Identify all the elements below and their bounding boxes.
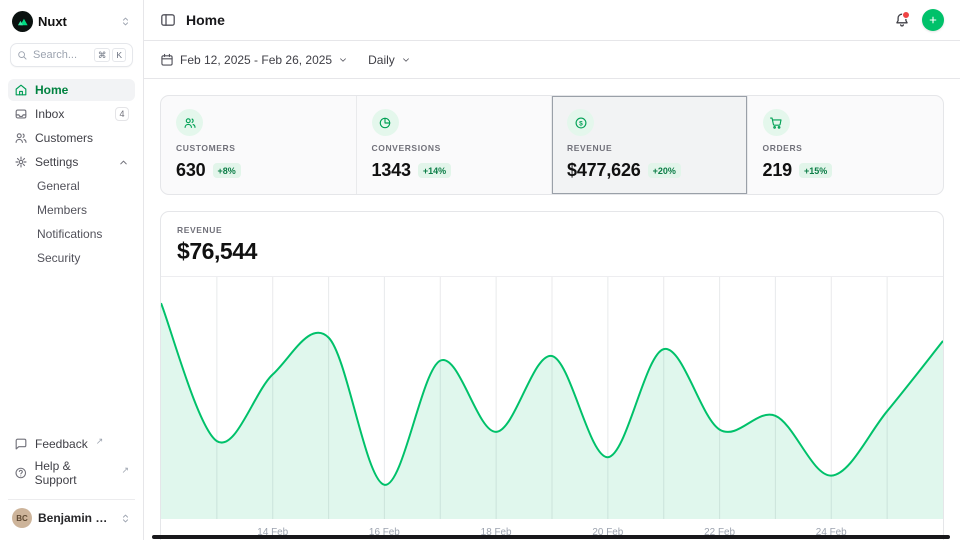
external-link-icon: ↗ <box>96 436 104 447</box>
stat-orders[interactable]: ORDERS 219 +15% <box>748 96 944 194</box>
notification-dot <box>902 11 910 19</box>
chart-total-value: $76,544 <box>177 238 927 265</box>
sidebar-item-feedback[interactable]: Feedback ↗ <box>8 433 135 455</box>
message-icon <box>14 437 28 451</box>
stat-revenue[interactable]: $ REVENUE $477,626 +20% <box>552 96 748 194</box>
stat-label: CONVERSIONS <box>372 143 441 153</box>
date-range-label: Feb 12, 2025 - Feb 26, 2025 <box>180 53 332 67</box>
page-header: Home <box>144 0 960 41</box>
stat-label: ORDERS <box>763 143 803 153</box>
stat-delta-badge: +14% <box>418 163 451 178</box>
date-range-picker[interactable]: Feb 12, 2025 - Feb 26, 2025 <box>160 53 348 67</box>
user-name: Benjamin Canac <box>38 511 114 525</box>
sidebar-item-customers[interactable]: Customers <box>8 127 135 149</box>
nuxt-logo-icon <box>12 11 33 32</box>
users-icon <box>14 131 28 145</box>
circle-dollar-icon: $ <box>567 109 594 136</box>
chevrons-up-down-icon <box>120 16 131 27</box>
external-link-icon: ↗ <box>121 465 129 476</box>
stat-value: 219 <box>763 160 793 181</box>
sidebar-item-security[interactable]: Security <box>8 247 135 269</box>
gear-icon <box>14 155 28 169</box>
help-circle-icon <box>14 466 28 480</box>
sidebar-nav: Home Inbox 4 Customers Settings General … <box>8 79 135 269</box>
header-actions <box>894 9 944 31</box>
sidebar-item-label: Help & Support <box>35 459 114 487</box>
main-area: Home Feb 12, 2025 - Feb 26, 2025 <box>144 0 960 540</box>
chart-header: REVENUE $76,544 <box>161 212 943 277</box>
stat-value: 1343 <box>372 160 411 181</box>
user-menu[interactable]: BC Benjamin Canac <box>8 499 135 530</box>
house-icon <box>14 83 28 97</box>
svg-text:$: $ <box>579 120 583 127</box>
inbox-count-badge: 4 <box>115 107 129 121</box>
stats-row: CUSTOMERS 630 +8% CONVERSIONS 1343 +14% <box>160 95 944 195</box>
sidebar-item-label: Feedback <box>35 437 88 451</box>
chevrons-up-down-icon <box>120 513 131 524</box>
stat-customers[interactable]: CUSTOMERS 630 +8% <box>161 96 357 194</box>
sidebar-item-general[interactable]: General <box>8 175 135 197</box>
revenue-chart-card: REVENUE $76,544 14 Feb16 Feb18 Feb20 Feb… <box>160 211 944 540</box>
granularity-select[interactable]: Daily <box>368 53 411 67</box>
page-title: Home <box>186 12 225 28</box>
sidebar-item-notifications[interactable]: Notifications <box>8 223 135 245</box>
sidebar-item-inbox[interactable]: Inbox 4 <box>8 103 135 125</box>
chart-plot-area[interactable]: 14 Feb16 Feb18 Feb20 Feb22 Feb24 Feb <box>161 277 943 540</box>
app: Nuxt Search... ⌘ K Home Inbox 4 <box>0 0 960 540</box>
calendar-icon <box>160 53 174 67</box>
sidebar-item-home[interactable]: Home <box>8 79 135 101</box>
sidebar-collapse-button[interactable] <box>160 12 176 28</box>
sidebar-item-label: Home <box>35 83 68 97</box>
plus-icon <box>928 14 938 26</box>
users-icon <box>176 109 203 136</box>
stat-value: $477,626 <box>567 160 641 181</box>
kbd-k: K <box>112 48 126 62</box>
workspace-name: Nuxt <box>38 14 67 29</box>
stat-delta-badge: +15% <box>799 163 832 178</box>
notifications-button[interactable] <box>894 12 910 28</box>
search-kbd-group: ⌘ K <box>94 48 126 62</box>
search-input[interactable]: Search... ⌘ K <box>10 43 133 67</box>
search-placeholder: Search... <box>33 49 77 61</box>
sidebar: Nuxt Search... ⌘ K Home Inbox 4 <box>0 0 144 540</box>
chevron-down-icon <box>338 55 348 65</box>
stat-label: REVENUE <box>567 143 612 153</box>
search-icon <box>17 50 28 61</box>
sidebar-item-label: Customers <box>35 131 93 145</box>
revenue-area-chart: 14 Feb16 Feb18 Feb20 Feb22 Feb24 Feb <box>161 277 943 540</box>
workspace-selector[interactable]: Nuxt <box>8 8 135 35</box>
chevron-down-icon <box>401 55 411 65</box>
chart-title: REVENUE <box>177 225 927 235</box>
stat-delta-badge: +20% <box>648 163 681 178</box>
pie-chart-icon <box>372 109 399 136</box>
inbox-icon <box>14 107 28 121</box>
filters-toolbar: Feb 12, 2025 - Feb 26, 2025 Daily <box>144 41 960 79</box>
avatar: BC <box>12 508 32 528</box>
panel-left-icon <box>160 12 176 28</box>
chevron-up-icon <box>118 157 129 168</box>
dashboard-content: CUSTOMERS 630 +8% CONVERSIONS 1343 +14% <box>144 79 960 540</box>
stat-conversions[interactable]: CONVERSIONS 1343 +14% <box>357 96 553 194</box>
horizontal-scrollbar[interactable] <box>152 535 950 539</box>
sidebar-item-settings[interactable]: Settings <box>8 151 135 173</box>
sidebar-item-label: Settings <box>35 155 78 169</box>
shopping-cart-icon <box>763 109 790 136</box>
sidebar-spacer <box>8 269 135 433</box>
sidebar-item-help-support[interactable]: Help & Support ↗ <box>8 455 135 491</box>
sidebar-item-label: Inbox <box>35 107 64 121</box>
add-button[interactable] <box>922 9 944 31</box>
granularity-label: Daily <box>368 53 395 67</box>
sidebar-item-members[interactable]: Members <box>8 199 135 221</box>
kbd-cmd: ⌘ <box>94 48 111 62</box>
stat-delta-badge: +8% <box>213 163 241 178</box>
stat-value: 630 <box>176 160 206 181</box>
stat-label: CUSTOMERS <box>176 143 236 153</box>
